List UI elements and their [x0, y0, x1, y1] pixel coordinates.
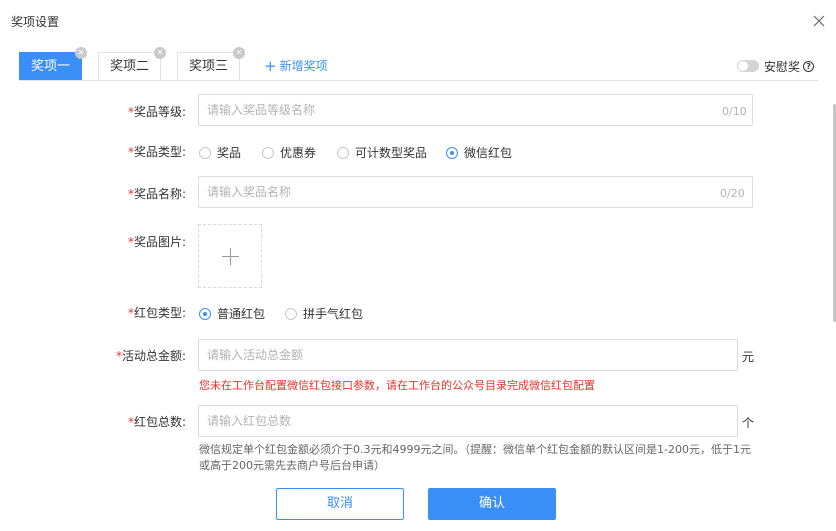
tab-prize-2[interactable]: 奖项二 ✕ [98, 47, 166, 80]
prize-level-input[interactable] [198, 94, 753, 126]
prize-level-label: *奖品等级: [127, 105, 186, 119]
prize-name-label: *奖品名称: [127, 187, 186, 201]
prize-image-label: *奖品图片: [127, 235, 186, 249]
radio-lucky-redpacket[interactable]: 拼手气红包 [285, 305, 363, 322]
prize-name-counter: 0/20 [720, 187, 745, 200]
radio-wechat-redpacket[interactable]: 微信红包 [446, 144, 512, 161]
radio-dot [446, 146, 458, 159]
close-icon[interactable] [812, 14, 826, 28]
plus-icon: + [264, 57, 277, 75]
tab-prize-1[interactable]: 奖项一 ✕ [19, 47, 87, 80]
cancel-button[interactable]: 取消 [276, 488, 404, 520]
radio-countable-prize[interactable]: 可计数型奖品 [337, 144, 427, 161]
tab-prize-3[interactable]: 奖项三 ✕ [177, 47, 245, 80]
tab-label: 奖项二 [109, 59, 149, 74]
total-count-input[interactable] [198, 405, 738, 437]
radio-dot [262, 146, 274, 159]
redpacket-type-label: *红包类型: [127, 306, 186, 320]
add-prize-button[interactable]: + 新增奖项 [264, 57, 328, 74]
total-amount-input[interactable] [198, 339, 738, 371]
radio-prize[interactable]: 奖品 [199, 144, 241, 161]
prize-tabs: 奖项一 ✕ 奖项二 ✕ 奖项三 ✕ + 新增奖项 [19, 47, 819, 80]
count-unit: 个 [742, 416, 755, 430]
dialog-title: 奖项设置 [11, 15, 60, 29]
tabs-divider [19, 80, 819, 81]
amount-unit: 元 [742, 350, 755, 364]
prize-type-label: *奖品类型: [127, 145, 186, 159]
tab-label: 奖项一 [30, 59, 70, 74]
consolation-label: 安慰奖 [764, 59, 801, 74]
image-upload-button[interactable] [198, 224, 262, 288]
close-icon[interactable]: ✕ [75, 47, 87, 59]
prize-level-counter: 0/10 [722, 105, 747, 118]
tab-label: 奖项三 [188, 59, 228, 74]
radio-dot [199, 307, 211, 320]
radio-coupon[interactable]: 优惠券 [262, 144, 316, 161]
confirm-button[interactable]: 确认 [428, 488, 556, 520]
redpacket-amount-hint: 微信规定单个红包金额必须介于0.3元和4999元之间。（提醒：微信单个红包金额的… [199, 443, 751, 472]
dialog-header: 奖项设置 [0, 0, 836, 44]
radio-normal-redpacket[interactable]: 普通红包 [199, 305, 265, 322]
help-icon[interactable]: ? [803, 60, 815, 72]
consolation-switch[interactable] [737, 60, 759, 72]
prize-name-input[interactable] [198, 176, 753, 208]
add-prize-label: 新增奖项 [279, 59, 328, 73]
consolation-toggle-group: 安慰奖 ? [737, 58, 815, 74]
close-icon[interactable]: ✕ [233, 47, 245, 59]
total-count-label: *红包总数: [127, 415, 186, 429]
radio-dot [337, 146, 349, 159]
total-amount-label: *活动总金额: [115, 349, 186, 363]
radio-dot [285, 307, 297, 320]
close-icon[interactable]: ✕ [154, 47, 166, 59]
radio-dot [199, 146, 211, 159]
redpacket-config-error: 您未在工作台配置微信红包接口参数，请在工作台的公众号目录完成微信红包配置 [199, 379, 595, 392]
